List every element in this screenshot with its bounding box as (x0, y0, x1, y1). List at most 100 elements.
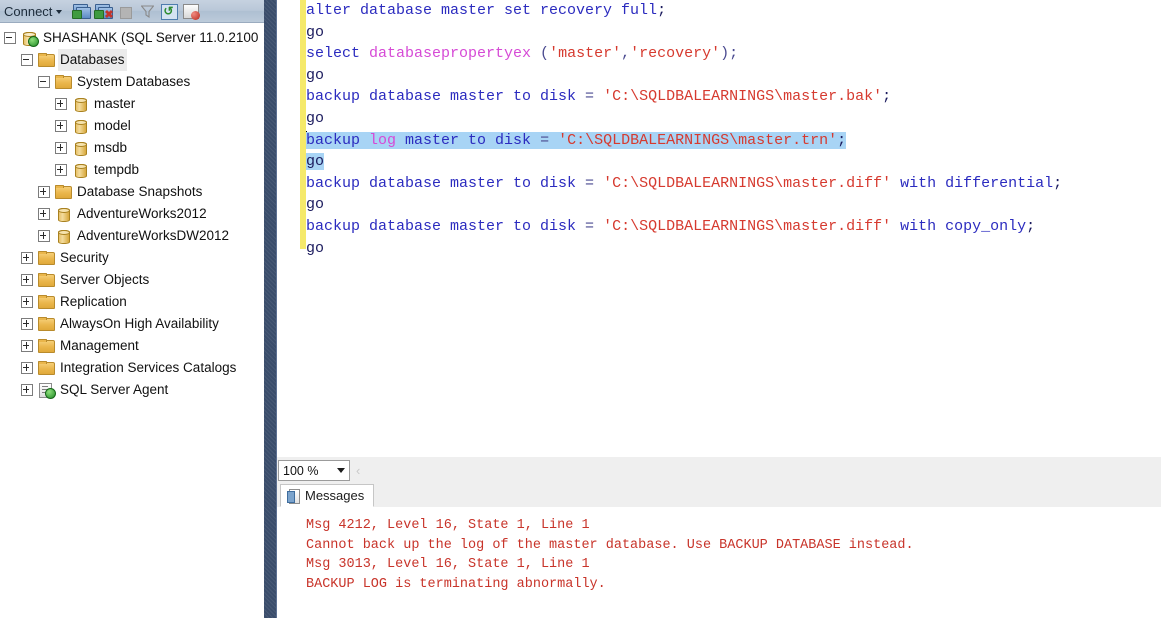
messages-output[interactable]: Msg 4212, Level 16, State 1, Line 1 Canno… (277, 507, 1161, 618)
ssms-window: Connect ✖ ↺ SHASHANK (SQL Server 11.0.21… (0, 0, 1161, 618)
tree-node-database-snapshots[interactable]: Database Snapshots (0, 181, 264, 203)
tree-node-label: Database Snapshots (77, 184, 203, 199)
tree-node-label: Replication (60, 294, 127, 309)
refresh-icon[interactable]: ↺ (158, 1, 180, 21)
expand-icon[interactable] (38, 230, 50, 242)
code-token: with copy_only (891, 217, 1027, 235)
expand-icon[interactable] (55, 164, 67, 176)
folder-icon (37, 52, 55, 68)
code-token: ; (1053, 174, 1063, 192)
code-token: 'recovery' (630, 45, 721, 63)
code-line-content: backup database master to disk = 'C:\SQL… (306, 175, 1062, 192)
object-explorer-tree[interactable]: SHASHANK (SQL Server 11.0.2100 Databases S… (0, 23, 264, 618)
expand-icon[interactable] (21, 252, 33, 264)
connect-label: Connect (4, 3, 53, 19)
code-token: 'master' (549, 45, 622, 63)
connect-object-explorer-icon[interactable] (70, 1, 92, 21)
tree-node-master[interactable]: master (0, 93, 264, 115)
tree-node-shashank-sql-server-11-0-2100[interactable]: SHASHANK (SQL Server 11.0.2100 (0, 27, 264, 49)
previous-pane-button[interactable]: ‹ (356, 464, 360, 477)
code-line-content: go (306, 240, 324, 257)
tree-node-system-databases[interactable]: System Databases (0, 71, 264, 93)
code-line-content: backup database master to disk = 'C:\SQL… (306, 218, 1035, 235)
tree-node-server-objects[interactable]: Server Objects (0, 269, 264, 291)
tree-node-databases[interactable]: Databases (0, 49, 264, 71)
tree-node-sql-server-agent[interactable]: SQL Server Agent (0, 379, 264, 401)
code-token: backup database master to disk (306, 174, 577, 192)
code-token: = (576, 217, 604, 235)
collapse-icon[interactable] (4, 32, 16, 44)
tree-node-msdb[interactable]: msdb (0, 137, 264, 159)
script-error-icon[interactable] (180, 1, 202, 21)
code-line[interactable]: go (306, 194, 1161, 216)
filter-glyph (141, 5, 155, 18)
code-token: master to disk (396, 131, 532, 149)
zoom-level-dropdown[interactable]: 100 % (278, 460, 350, 481)
message-line: BACKUP LOG is terminating abnormally. (306, 576, 606, 592)
vertical-splitter[interactable] (264, 0, 277, 618)
disconnect-object-explorer-icon[interactable]: ✖ (92, 1, 114, 21)
tree-node-management[interactable]: Management (0, 335, 264, 357)
sql-query-editor[interactable]: alter database master set recovery full;… (277, 0, 1161, 452)
tree-node-security[interactable]: Security (0, 247, 264, 269)
editor-code-text[interactable]: alter database master set recovery full;… (306, 0, 1161, 452)
code-line[interactable]: alter database master set recovery full; (306, 0, 1161, 22)
tree-node-replication[interactable]: Replication (0, 291, 264, 313)
expand-icon[interactable] (21, 296, 33, 308)
code-token: log (369, 131, 397, 149)
code-token: 'C:\SQLDBALEARNINGS\master.diff' (603, 217, 892, 235)
code-line[interactable]: backup database master to disk = 'C:\SQL… (306, 216, 1161, 238)
expand-icon[interactable] (55, 120, 67, 132)
expand-icon[interactable] (21, 340, 33, 352)
code-line-content: alter database master set recovery full; (306, 2, 666, 19)
expand-icon[interactable] (21, 384, 33, 396)
expand-icon[interactable] (38, 208, 50, 220)
code-line-content: go (306, 196, 324, 213)
tree-node-adventureworksdw2012[interactable]: AdventureWorksDW2012 (0, 225, 264, 247)
code-token: = (576, 88, 604, 106)
database-icon (71, 96, 89, 112)
tree-node-label: tempdb (94, 162, 140, 177)
tree-node-integration-services-catalogs[interactable]: Integration Services Catalogs (0, 357, 264, 379)
tree-node-label: Management (60, 338, 139, 353)
results-toolbar: 100 % ‹ (277, 457, 1161, 485)
collapse-icon[interactable] (38, 76, 50, 88)
message-line: Msg 3013, Level 16, State 1, Line 1 (306, 557, 590, 572)
code-token: 'C:\SQLDBALEARNINGS\master.diff' (603, 174, 892, 192)
server-icon (20, 30, 39, 47)
code-line[interactable]: go (306, 151, 1161, 173)
tree-node-alwayson-high-availability[interactable]: AlwaysOn High Availability (0, 313, 264, 335)
expand-icon[interactable] (55, 98, 67, 110)
expand-icon[interactable] (55, 142, 67, 154)
expand-icon[interactable] (21, 362, 33, 374)
code-line[interactable]: select databasepropertyex ('master','rec… (306, 43, 1161, 65)
filter-icon[interactable] (136, 1, 158, 21)
code-line[interactable]: backup database master to disk = 'C:\SQL… (306, 173, 1161, 195)
object-explorer-toolbar: Connect ✖ ↺ (0, 0, 264, 23)
expand-icon[interactable] (21, 318, 33, 330)
code-token: with differential (891, 174, 1054, 192)
code-token: backup database master to disk (306, 217, 577, 235)
message-line: Cannot back up the log of the master dat… (306, 537, 914, 553)
code-line[interactable]: go (306, 22, 1161, 44)
code-line[interactable]: go (306, 65, 1161, 87)
tree-node-adventureworks2012[interactable]: AdventureWorks2012 (0, 203, 264, 225)
expand-icon[interactable] (21, 274, 33, 286)
tab-messages[interactable]: Messages (280, 484, 375, 507)
collapse-icon[interactable] (21, 54, 33, 66)
tree-node-label: master (94, 96, 136, 111)
results-tab-strip[interactable]: Messages (277, 484, 1161, 508)
code-line-content: go (306, 67, 324, 84)
code-token: go (306, 196, 325, 214)
code-token: alter database master set recovery full (306, 2, 658, 19)
expand-icon[interactable] (38, 186, 50, 198)
code-line[interactable]: go (306, 238, 1161, 260)
code-line[interactable]: backup log master to disk = 'C:\SQLDBALE… (306, 130, 1161, 152)
tree-node-label: SQL Server Agent (60, 382, 169, 397)
tree-node-model[interactable]: model (0, 115, 264, 137)
code-line[interactable]: backup database master to disk = 'C:\SQL… (306, 86, 1161, 108)
code-line[interactable]: go (306, 108, 1161, 130)
editor-gutter (277, 0, 300, 452)
tree-node-tempdb[interactable]: tempdb (0, 159, 264, 181)
connect-dropdown-button[interactable]: Connect (0, 1, 67, 21)
